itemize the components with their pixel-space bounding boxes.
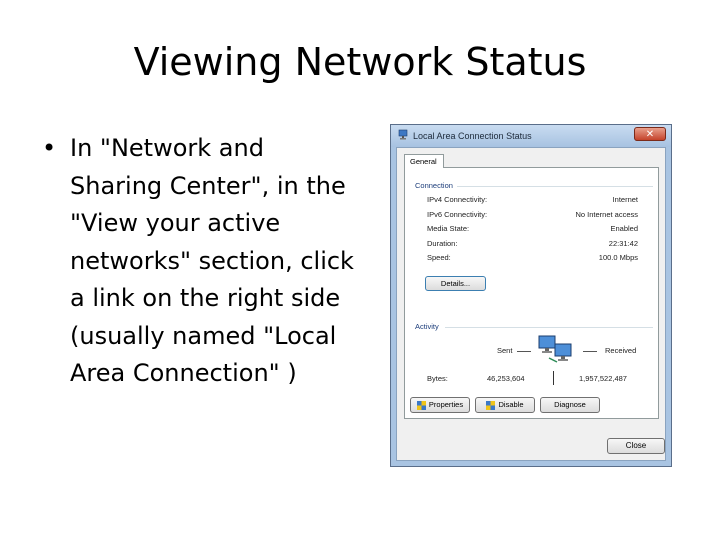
sent-dash: [517, 351, 531, 352]
dialog-client-area: General Connection IPv4 Connectivity: In…: [396, 147, 666, 461]
ipv6-connectivity-value: No Internet access: [575, 210, 638, 219]
duration-label: Duration:: [427, 239, 458, 248]
title-bar[interactable]: Local Area Connection Status ✕: [391, 125, 671, 147]
bytes-received-value: 1,957,522,487: [579, 374, 627, 383]
connection-group-label: Connection: [415, 181, 453, 190]
properties-button[interactable]: Properties: [410, 397, 470, 413]
properties-button-label: Properties: [428, 400, 464, 409]
bytes-separator: [553, 371, 554, 385]
duration-value: 22:31:42: [608, 239, 638, 248]
sent-label: Sent: [497, 346, 513, 355]
bullet-marker: •: [42, 134, 57, 162]
close-icon[interactable]: ✕: [634, 127, 666, 141]
diagnose-button[interactable]: Diagnose: [540, 397, 600, 413]
connection-divider: [457, 186, 653, 187]
speed-value: 100.0 Mbps: [598, 253, 638, 262]
close-button[interactable]: Close: [607, 438, 665, 454]
general-panel: Connection IPv4 Connectivity: Internet I…: [404, 167, 659, 419]
received-label: Received: [605, 346, 637, 355]
slide-title: Viewing Network Status: [133, 40, 587, 84]
bullet-list: • In "Network and Sharing Center", in th…: [40, 130, 360, 393]
network-icon: [398, 129, 408, 140]
ipv4-connectivity-value: Internet: [612, 195, 638, 204]
shield-icon: [416, 400, 426, 410]
bytes-sent-value: 46,253,604: [487, 374, 525, 383]
activity-divider: [445, 327, 653, 328]
ipv4-connectivity-label: IPv4 Connectivity:: [427, 195, 488, 204]
computers-icon: [538, 335, 572, 363]
disable-button-label: Disable: [498, 400, 524, 409]
ipv6-connectivity-label: IPv6 Connectivity:: [427, 210, 488, 219]
details-button[interactable]: Details...: [425, 276, 486, 291]
bullet-text: In "Network and Sharing Center", in the …: [70, 134, 354, 387]
shield-icon: [486, 400, 496, 410]
window-title: Local Area Connection Status: [413, 131, 532, 141]
media-state-value: Enabled: [610, 224, 638, 233]
tab-general[interactable]: General: [404, 154, 444, 168]
local-area-connection-status-window: Local Area Connection Status ✕ General C…: [390, 124, 672, 467]
received-dash: [583, 351, 597, 352]
speed-label: Speed:: [427, 253, 451, 262]
bytes-label: Bytes:: [427, 374, 448, 383]
media-state-label: Media State:: [427, 224, 470, 233]
activity-group-label: Activity: [415, 322, 439, 331]
disable-button[interactable]: Disable: [475, 397, 535, 413]
